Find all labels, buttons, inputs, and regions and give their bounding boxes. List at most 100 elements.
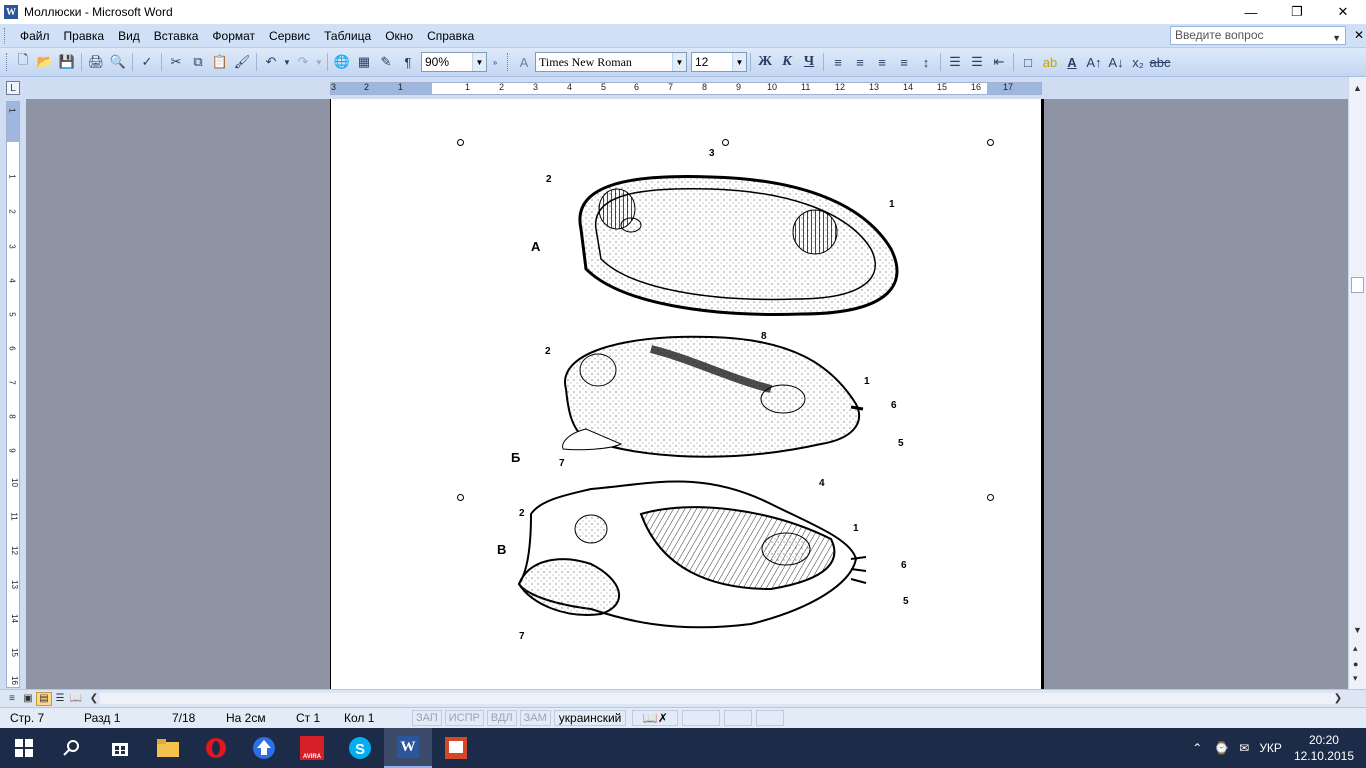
scroll-right-icon[interactable]: ❯ <box>1330 692 1346 706</box>
styles-icon[interactable]: A <box>513 51 535 73</box>
align-left-icon[interactable]: ≡ <box>827 51 849 73</box>
font-name-dropdown-icon[interactable]: ▼ <box>672 53 686 71</box>
scroll-up-icon[interactable]: ▲ <box>1353 83 1362 93</box>
italic-button[interactable]: К <box>776 51 798 73</box>
vertical-ruler[interactable]: 1 1 2 3 4 5 6 7 8 9 10 11 12 13 14 15 16 <box>6 101 20 688</box>
mollusc-figure[interactable]: А Б В 2 3 1 2 8 1 6 5 7 4 2 1 6 5 7 8 4 <box>471 139 971 639</box>
menu-table[interactable]: Таблица <box>317 29 378 43</box>
highlight-icon[interactable]: ab <box>1039 51 1061 73</box>
menu-view[interactable]: Вид <box>111 29 147 43</box>
selection-handle[interactable] <box>987 139 994 146</box>
outline-view-icon[interactable]: ☰ <box>52 692 68 706</box>
next-page-icon[interactable]: ▾ <box>1353 673 1358 684</box>
print-preview-icon[interactable]: 🔍 <box>107 51 129 73</box>
shrink-font-icon[interactable]: A↓ <box>1105 51 1127 73</box>
decrease-indent-icon[interactable]: ⇤ <box>988 51 1010 73</box>
drawing-icon[interactable]: ✎ <box>375 51 397 73</box>
restore-button[interactable]: ❐ <box>1274 0 1320 24</box>
undo-icon[interactable]: ↶ <box>260 51 282 73</box>
start-icon[interactable] <box>0 728 48 768</box>
selection-handle[interactable] <box>457 139 464 146</box>
font-name-select[interactable]: Times New Roman ▼ <box>535 52 687 72</box>
scroll-down-icon[interactable]: ▼ <box>1353 625 1362 635</box>
upload-app-icon[interactable] <box>240 728 288 768</box>
zoom-select[interactable]: 90% ▼ <box>421 52 487 72</box>
toolbar-options-icon[interactable]: » <box>489 51 501 73</box>
spelling-status-icon[interactable]: 📖✗ <box>632 710 679 726</box>
avira-icon[interactable]: AVIRA <box>288 728 336 768</box>
status-language[interactable]: украинский <box>553 710 627 726</box>
status-extend[interactable]: ВДЛ <box>486 710 517 726</box>
web-layout-icon[interactable]: ▣ <box>20 692 36 706</box>
minimize-button[interactable]: — <box>1228 0 1274 24</box>
numbering-icon[interactable]: ☰ <box>944 51 966 73</box>
print-layout-icon[interactable]: ▤ <box>36 691 52 706</box>
opera-icon[interactable] <box>192 728 240 768</box>
menu-window[interactable]: Окно <box>378 29 420 43</box>
borders-icon[interactable]: □ <box>1017 51 1039 73</box>
cut-icon[interactable]: ✂ <box>165 51 187 73</box>
font-size-select[interactable]: 12 ▼ <box>691 52 747 72</box>
menu-grip[interactable] <box>4 27 7 44</box>
align-right-icon[interactable]: ≡ <box>871 51 893 73</box>
horizontal-scroll-track[interactable] <box>100 693 1336 704</box>
word-app-icon[interactable]: W <box>4 5 18 19</box>
menu-file[interactable]: Файл <box>13 29 57 43</box>
browse-object-icon[interactable]: ● <box>1353 659 1358 669</box>
grow-font-icon[interactable]: A↑ <box>1083 51 1105 73</box>
underline-button[interactable]: Ч <box>798 51 820 73</box>
status-track-changes[interactable]: ИСПР <box>444 710 484 726</box>
word-icon[interactable]: W <box>384 728 432 768</box>
skype-icon[interactable]: S <box>336 728 384 768</box>
bold-button[interactable]: Ж <box>754 51 776 73</box>
help-search-input[interactable]: Введите вопрос ▼ <box>1170 26 1346 45</box>
powerpoint-icon[interactable] <box>432 728 480 768</box>
store-icon[interactable] <box>96 728 144 768</box>
paste-icon[interactable]: 📋 <box>209 51 231 73</box>
menu-tools[interactable]: Сервис <box>262 29 317 43</box>
menu-help[interactable]: Справка <box>420 29 481 43</box>
open-folder-icon[interactable]: 📂 <box>34 51 56 73</box>
clock[interactable]: 20:20 12.10.2015 <box>1294 732 1354 764</box>
zoom-dropdown-icon[interactable]: ▼ <box>472 53 486 71</box>
strikethrough-icon[interactable]: abc <box>1149 51 1171 73</box>
subscript-icon[interactable]: x₂ <box>1127 51 1149 73</box>
close-button[interactable]: ✕ <box>1320 0 1366 24</box>
menu-edit[interactable]: Правка <box>57 29 112 43</box>
toolbar-grip[interactable] <box>6 53 9 71</box>
bullets-icon[interactable]: ☰ <box>966 51 988 73</box>
line-spacing-icon[interactable]: ↕ <box>915 51 937 73</box>
status-record[interactable]: ЗАП <box>412 710 442 726</box>
search-icon[interactable] <box>48 728 96 768</box>
status-overtype[interactable]: ЗАМ <box>519 710 551 726</box>
notification-icon[interactable]: ✉ <box>1239 741 1249 755</box>
previous-page-icon[interactable]: ▴ <box>1353 643 1358 654</box>
horizontal-ruler[interactable]: 3 2 1 1 2 3 4 5 6 7 8 9 10 11 12 13 14 1… <box>330 82 1042 95</box>
undo-dropdown-icon[interactable]: ▼ <box>282 51 292 73</box>
normal-view-icon[interactable]: ≡ <box>4 692 20 706</box>
show-hidden-icons-icon[interactable]: ⌃ <box>1192 741 1202 755</box>
copy-icon[interactable]: ⧉ <box>187 51 209 73</box>
scroll-thumb[interactable] <box>1351 277 1364 293</box>
help-dropdown-icon[interactable]: ▼ <box>1332 30 1341 47</box>
hyperlink-icon[interactable]: 🌐 <box>331 51 353 73</box>
menu-insert[interactable]: Вставка <box>147 29 206 43</box>
reading-layout-icon[interactable]: 📖 <box>68 692 84 706</box>
toolbar-grip[interactable] <box>507 53 510 71</box>
save-icon[interactable]: 💾 <box>56 51 78 73</box>
menu-format[interactable]: Формат <box>205 29 262 43</box>
show-hide-icon[interactable]: ¶ <box>397 51 419 73</box>
font-size-dropdown-icon[interactable]: ▼ <box>732 53 746 71</box>
document-area[interactable]: А Б В 2 3 1 2 8 1 6 5 7 4 2 1 6 5 7 8 4 <box>26 99 1348 689</box>
file-explorer-icon[interactable] <box>144 728 192 768</box>
tab-selector-icon[interactable]: L <box>6 81 20 95</box>
align-center-icon[interactable]: ≡ <box>849 51 871 73</box>
format-painter-icon[interactable]: 🖌 <box>231 51 253 73</box>
vertical-scrollbar[interactable]: ▲ ▼ ▴ ● ▾ <box>1348 77 1366 689</box>
print-icon[interactable]: 🖨 <box>85 51 107 73</box>
font-color-icon[interactable]: A <box>1061 51 1083 73</box>
justify-icon[interactable]: ≡ <box>893 51 915 73</box>
new-document-icon[interactable]: 🗋 <box>12 51 34 73</box>
redo-dropdown-icon[interactable]: ▼ <box>314 51 324 73</box>
spelling-icon[interactable]: ✓ <box>136 51 158 73</box>
